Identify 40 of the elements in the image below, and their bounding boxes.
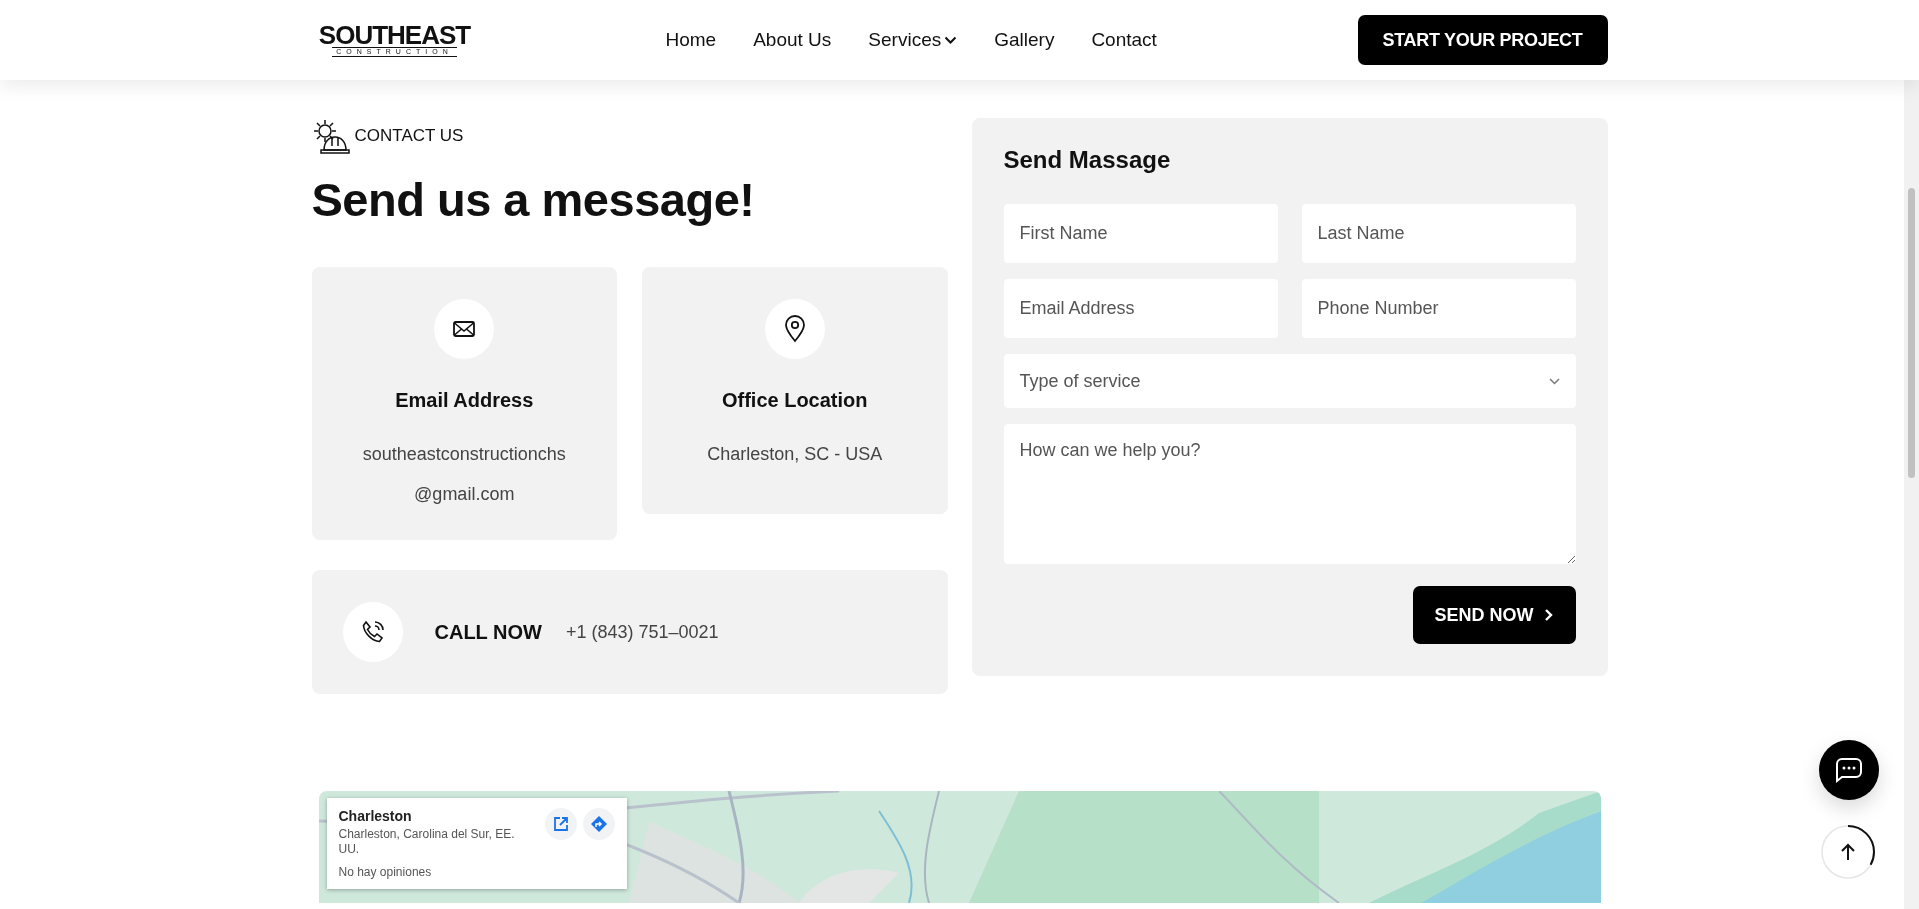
scrollbar-thumb[interactable] (1908, 188, 1915, 478)
place-name: Charleston (338, 808, 413, 824)
nav-link[interactable]: Contact (1091, 29, 1157, 51)
send-now-button[interactable]: SEND NOW (1412, 586, 1576, 644)
input-field[interactable]: Email Address (1003, 279, 1278, 338)
chat-button[interactable] (1819, 740, 1879, 800)
input-field[interactable]: First Name (1003, 204, 1278, 263)
external-link-icon (552, 816, 569, 832)
card-text: Charleston, SC - USA (707, 443, 883, 466)
review-count: No hay opiniones (338, 865, 433, 879)
input-field[interactable]: Last Name (1301, 204, 1576, 263)
card-title: Email Address (395, 389, 534, 412)
caret-icon (944, 35, 958, 45)
card-text: southeastconstructionchs (362, 443, 566, 466)
service-dropdown[interactable]: Type of service (1003, 354, 1576, 408)
card-text: @gmail.com (414, 483, 515, 506)
chevron-down-icon (1548, 377, 1560, 385)
gear-helmet-icon (311, 118, 350, 154)
map-pin-icon (783, 315, 806, 343)
nav-link[interactable]: Home (665, 29, 717, 51)
envelope-icon (452, 319, 477, 339)
nav-link[interactable]: Services (868, 29, 958, 51)
phone-link[interactable]: +1 (843) 751–0021 (565, 621, 719, 643)
place-address: Charleston, Carolina del Sur, EE. UU. (338, 827, 516, 857)
section-heading: Send us a message! (311, 172, 756, 227)
open-external-button[interactable] (544, 808, 577, 840)
section-label: CONTACT US (354, 126, 464, 146)
nav-link[interactable]: Gallery (994, 29, 1055, 51)
input-field[interactable]: Phone Number (1301, 279, 1576, 338)
chevron-right-icon (1543, 608, 1554, 622)
chat-bubble-icon (1834, 756, 1864, 784)
start-project-button[interactable]: START YOUR PROJECT (1357, 15, 1608, 65)
message-field[interactable]: How can we help you? (1003, 424, 1576, 564)
nav-link[interactable]: About Us (753, 29, 832, 51)
arrow-up-icon (1840, 843, 1856, 861)
directions-button[interactable] (582, 808, 615, 840)
card-title: Office Location (721, 389, 868, 412)
call-label: CALL NOW (434, 620, 542, 644)
form-title: Send Massage (1003, 146, 1172, 174)
directions-icon (589, 815, 608, 833)
